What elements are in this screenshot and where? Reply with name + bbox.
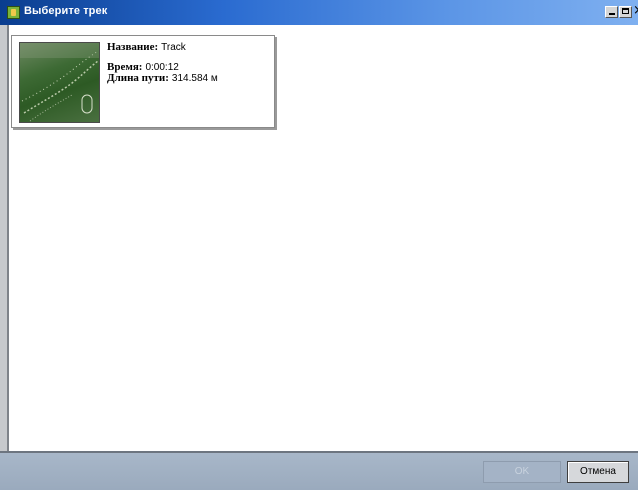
window-left-border: [0, 25, 7, 456]
track-length-value: 314.584 м: [171, 73, 218, 84]
track-length-row: Длина пути: 314.584 м: [107, 72, 218, 85]
track-map-image: [20, 43, 99, 122]
track-length-label: Длина пути:: [107, 72, 169, 84]
window-title: Выберите трек: [24, 5, 108, 17]
track-name-value: Track: [161, 42, 186, 53]
title-bar: Выберите трек ×: [0, 0, 638, 25]
track-name-label: Название:: [107, 41, 159, 53]
cancel-button[interactable]: Отмена: [567, 461, 629, 483]
ok-button[interactable]: OK: [483, 461, 561, 483]
maximize-button[interactable]: [619, 6, 632, 18]
track-thumbnail: [19, 42, 100, 123]
button-bar: OK Отмена: [0, 453, 638, 490]
track-card[interactable]: Название: Track Время: 0:00:12 Длина пути:…: [11, 35, 275, 128]
minimize-button[interactable]: [605, 6, 618, 18]
track-name-row: Название: Track: [107, 41, 186, 54]
app-icon: [7, 6, 20, 19]
close-icon[interactable]: ×: [633, 4, 638, 17]
